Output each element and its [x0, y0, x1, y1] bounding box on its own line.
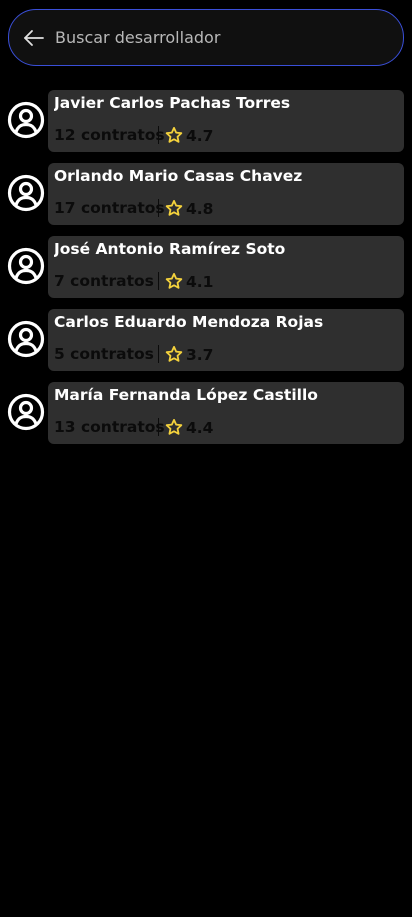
developer-card: José Antonio Ramírez Soto 7 contratos 4.…: [48, 236, 404, 298]
developer-name: Carlos Eduardo Mendoza Rojas: [54, 313, 324, 331]
developer-name: Orlando Mario Casas Chavez: [54, 167, 303, 185]
rating-value: 4.1: [186, 273, 214, 291]
user-circle-icon: [7, 393, 45, 431]
developer-name: José Antonio Ramírez Soto: [54, 240, 286, 258]
developer-list-item[interactable]: Orlando Mario Casas Chavez 17 contratos …: [0, 163, 412, 225]
divider: [158, 126, 159, 144]
star-icon: [165, 418, 183, 436]
app-screen: Javier Carlos Pachas Torres 12 contratos…: [0, 0, 412, 917]
user-circle-icon: [7, 320, 45, 358]
search-bar: [8, 9, 404, 66]
user-circle-icon: [7, 101, 45, 139]
developer-card: Orlando Mario Casas Chavez 17 contratos …: [48, 163, 404, 225]
star-icon: [165, 345, 183, 363]
arrow-left-icon[interactable]: [21, 25, 47, 51]
rating-value: 3.7: [186, 346, 214, 364]
developer-list-item[interactable]: Carlos Eduardo Mendoza Rojas 5 contratos…: [0, 309, 412, 371]
developer-card: María Fernanda López Castillo 13 contrat…: [48, 382, 404, 444]
search-input[interactable]: [55, 10, 403, 65]
star-icon: [165, 272, 183, 290]
user-circle-icon: [7, 247, 45, 285]
divider: [158, 272, 159, 290]
contracts-count: 5 contratos: [54, 345, 154, 363]
rating-value: 4.7: [186, 127, 214, 145]
contracts-count: 13 contratos: [54, 418, 165, 436]
developer-list-item[interactable]: María Fernanda López Castillo 13 contrat…: [0, 382, 412, 444]
contracts-count: 17 contratos: [54, 199, 165, 217]
user-circle-icon: [7, 174, 45, 212]
developer-name: Javier Carlos Pachas Torres: [54, 94, 291, 112]
developer-list-item[interactable]: José Antonio Ramírez Soto 7 contratos 4.…: [0, 236, 412, 298]
developer-list-item[interactable]: Javier Carlos Pachas Torres 12 contratos…: [0, 90, 412, 152]
developer-list: Javier Carlos Pachas Torres 12 contratos…: [0, 90, 412, 455]
star-icon: [165, 199, 183, 217]
rating-value: 4.4: [186, 419, 214, 437]
developer-card: Carlos Eduardo Mendoza Rojas 5 contratos…: [48, 309, 404, 371]
contracts-count: 7 contratos: [54, 272, 154, 290]
developer-card: Javier Carlos Pachas Torres 12 contratos…: [48, 90, 404, 152]
developer-name: María Fernanda López Castillo: [54, 386, 318, 404]
rating-value: 4.8: [186, 200, 214, 218]
divider: [158, 345, 159, 363]
divider: [158, 199, 159, 217]
contracts-count: 12 contratos: [54, 126, 165, 144]
star-icon: [165, 126, 183, 144]
divider: [158, 418, 159, 436]
